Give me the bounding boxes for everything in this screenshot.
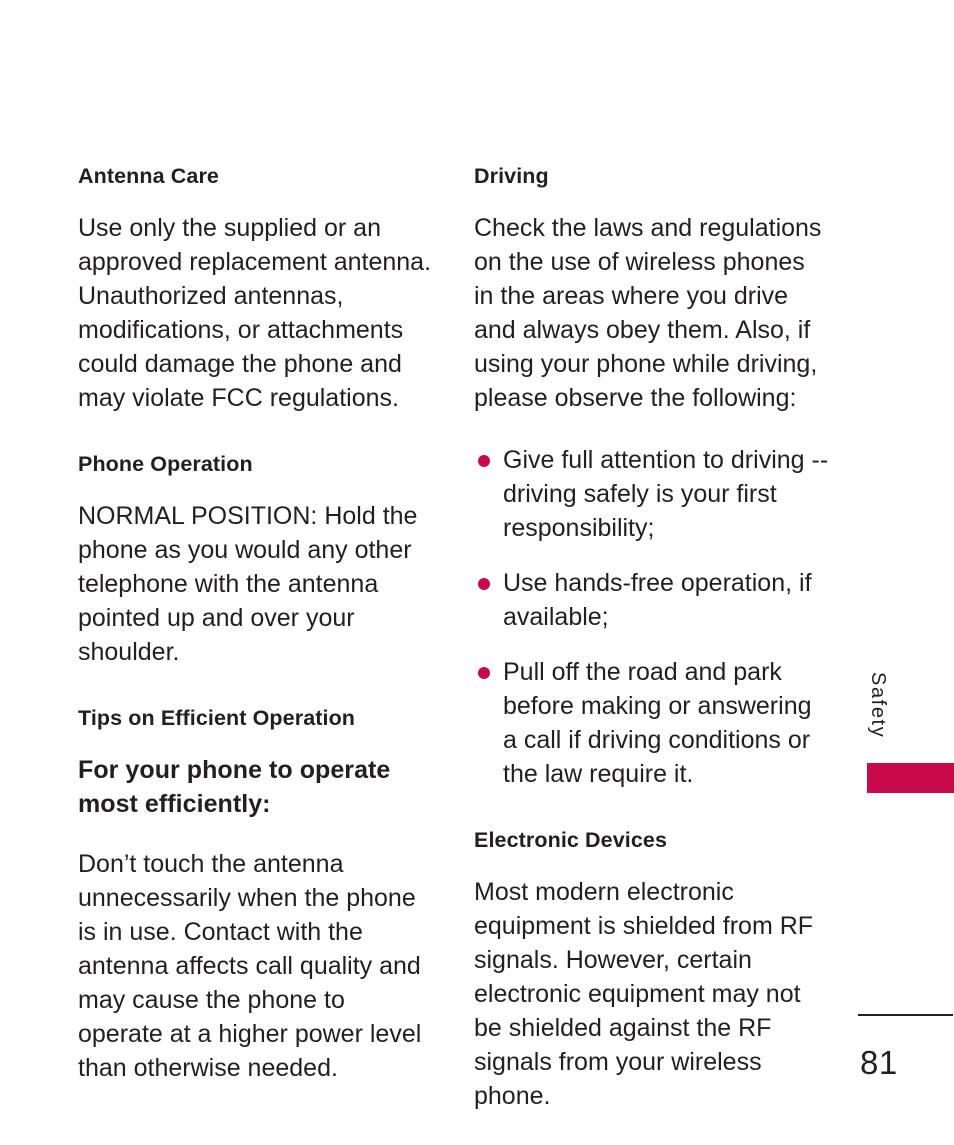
list-item-text: Use hands-free operation, if available; [503, 569, 812, 631]
list-item-text: Pull off the road and park before making… [503, 658, 812, 788]
left-column: Antenna Care Use only the supplied or an… [78, 163, 433, 1085]
right-column: Driving Check the laws and regulations o… [474, 163, 829, 1113]
footer-divider [858, 1014, 953, 1016]
page-number: 81 [860, 1044, 898, 1081]
list-item: Give full attention to driving -- drivin… [474, 443, 829, 545]
manual-page: Antenna Care Use only the supplied or an… [0, 0, 954, 1145]
paragraph-electronic-devices: Most modern electronic equipment is shie… [474, 878, 814, 1110]
heading-antenna-care: Antenna Care [78, 164, 219, 188]
driving-bullet-list: Give full attention to driving -- drivin… [474, 443, 829, 791]
side-tab-label-safety: Safety [867, 672, 889, 739]
paragraph-phone-operation: NORMAL POSITION: Hold the phone as you w… [78, 502, 418, 666]
list-item: Pull off the road and park before making… [474, 655, 829, 791]
paragraph-driving: Check the laws and regulations on the us… [474, 214, 822, 412]
list-item: Use hands-free operation, if available; [474, 566, 829, 634]
heading-electronic-devices: Electronic Devices [474, 828, 668, 852]
bullet-dot-icon [478, 667, 490, 679]
heading-driving: Driving [474, 164, 549, 188]
paragraph-tips-on-efficient-operation: Don’t touch the antenna unnecessarily wh… [78, 850, 422, 1082]
side-tab-marker [867, 763, 954, 793]
lead-tips-on-efficient-operation: For your phone to operate most efficient… [78, 756, 391, 818]
bullet-dot-icon [478, 578, 490, 590]
heading-phone-operation: Phone Operation [78, 452, 253, 476]
paragraph-antenna-care: Use only the supplied or an approved rep… [78, 214, 432, 412]
list-item-text: Give full attention to driving -- drivin… [503, 446, 829, 542]
heading-tips-on-efficient-operation: Tips on Efficient Operation [78, 706, 356, 730]
bullet-dot-icon [478, 455, 490, 467]
